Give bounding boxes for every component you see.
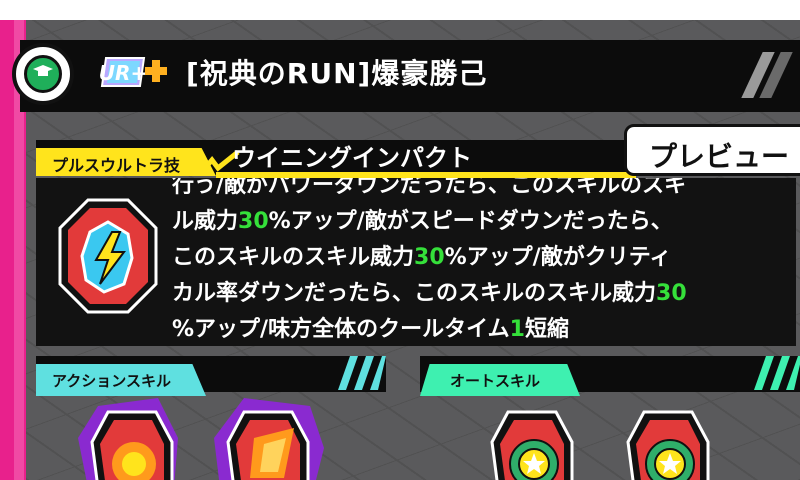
character-title: [祝典のRUN]爆豪勝己 bbox=[186, 57, 488, 90]
auto-skill-1-icon[interactable] bbox=[478, 398, 588, 480]
class-emblem bbox=[12, 43, 74, 105]
description-line: %アップ/味方全体のクールタイム1短縮 bbox=[172, 317, 569, 342]
lightning-skill-icon bbox=[58, 198, 158, 314]
plus-ultra-tag-label: プルスウルトラ技 bbox=[52, 156, 181, 175]
auto-stripes-deco bbox=[754, 356, 800, 390]
graduation-cap-icon bbox=[24, 55, 62, 93]
skill-detail-screen: UR+ [祝典のRUN]爆豪勝己 プルスウルトラ技 ウイニングインパクト プレビ… bbox=[0, 0, 800, 480]
action-skill-1-icon[interactable] bbox=[78, 398, 188, 480]
skill-description: 行う/敵がパワーダウンだったら、このスキルのスキ ル威力30%アップ/敵がスピー… bbox=[172, 178, 772, 346]
action-skill-label: アクションスキル bbox=[52, 372, 171, 390]
plus-ultra-tag: プルスウルトラ技 bbox=[36, 148, 216, 176]
auto-skill-label: オートスキル bbox=[450, 372, 541, 390]
preview-button[interactable]: プレビュー bbox=[624, 124, 800, 176]
plus-icon bbox=[145, 60, 167, 82]
top-margin bbox=[0, 0, 800, 20]
skill-name: ウイニングインパクト bbox=[232, 144, 472, 172]
description-cut-line: 行う/敵がパワーダウンだったら、このスキルのスキ bbox=[172, 178, 687, 198]
action-skill-tag: アクションスキル bbox=[36, 364, 206, 396]
auto-skill-tag: オートスキル bbox=[420, 364, 580, 396]
description-line: このスキルのスキル威力30%アップ/敵がクリティ bbox=[172, 245, 672, 270]
rarity-label: UR+ bbox=[100, 61, 147, 85]
description-line: カル率ダウンだったら、このスキルのスキル威力30 bbox=[172, 281, 687, 306]
preview-button-label: プレビュー bbox=[649, 140, 790, 173]
skill-description-box[interactable]: 行う/敵がパワーダウンだったら、このスキルのスキ ル威力30%アップ/敵がスピー… bbox=[36, 178, 796, 346]
rarity-badge: UR+ bbox=[99, 56, 172, 88]
description-line: ル威力30%アップ/敵がスピードダウンだったら、 bbox=[172, 209, 673, 234]
action-stripes-deco bbox=[338, 356, 386, 390]
action-skill-2-icon[interactable] bbox=[214, 398, 324, 480]
auto-skill-2-icon[interactable] bbox=[614, 398, 724, 480]
